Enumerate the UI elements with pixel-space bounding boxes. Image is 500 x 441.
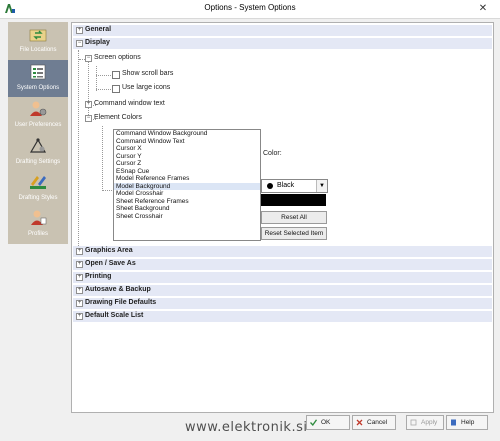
- cancel-button[interactable]: Cancel: [352, 415, 396, 430]
- sidebar-item-label: Drafting Settings: [15, 159, 61, 165]
- list-item[interactable]: Cursor Y: [114, 153, 260, 161]
- cancel-x-icon: [356, 419, 363, 426]
- sidebar-item-drafting-settings[interactable]: Drafting Settings: [8, 134, 68, 171]
- show-scroll-bars-label: Show scroll bars: [122, 70, 174, 77]
- color-dropdown[interactable]: Black ▼: [261, 179, 328, 193]
- sidebar-item-system-options[interactable]: System Options: [8, 60, 68, 97]
- section-drawing-file-defaults[interactable]: + Drawing File Defaults: [73, 298, 492, 309]
- list-item-selected[interactable]: Model Background: [114, 182, 260, 190]
- expand-icon[interactable]: +: [76, 261, 83, 268]
- close-button[interactable]: ✕: [472, 2, 494, 15]
- section-open-save-as[interactable]: + Open / Save As: [73, 259, 492, 270]
- profile-user-icon: [31, 210, 47, 225]
- ok-button[interactable]: OK: [306, 415, 350, 430]
- show-scroll-bars-checkbox[interactable]: [112, 71, 120, 79]
- sidebar-item-label: System Options: [16, 85, 60, 91]
- element-color-list[interactable]: Command Window Background Command Window…: [113, 129, 261, 241]
- expand-icon[interactable]: +: [76, 300, 83, 307]
- sidebar-item-drafting-styles[interactable]: Drafting Styles: [8, 170, 68, 207]
- user-gear-icon: [30, 101, 47, 116]
- expand-icon[interactable]: +: [76, 248, 83, 255]
- color-dot-icon: [267, 183, 273, 189]
- apply-icon: [410, 419, 417, 426]
- section-printing[interactable]: + Printing: [73, 272, 492, 283]
- list-item[interactable]: Command Window Text: [114, 138, 260, 146]
- list-item[interactable]: Sheet Background: [114, 205, 260, 213]
- collapse-icon[interactable]: −: [76, 40, 83, 47]
- section-autosave-backup[interactable]: + Autosave & Backup: [73, 285, 492, 296]
- reset-all-button[interactable]: Reset All: [261, 211, 327, 224]
- section-general[interactable]: + General: [73, 25, 492, 36]
- expand-icon[interactable]: +: [76, 287, 83, 294]
- color-label: Color:: [263, 150, 282, 157]
- screen-options-label: Screen options: [94, 54, 141, 61]
- styles-palette-icon: [30, 176, 46, 189]
- tree-connector: [96, 66, 97, 91]
- list-item[interactable]: Sheet Crosshair: [114, 213, 260, 221]
- list-item[interactable]: Cursor X: [114, 145, 260, 153]
- expand-icon[interactable]: +: [76, 313, 83, 320]
- list-settings-icon: [30, 64, 46, 80]
- title-bar: Options - System Options ✕: [0, 0, 500, 19]
- list-item[interactable]: Model Crosshair: [114, 190, 260, 198]
- tree-connector: [96, 89, 113, 90]
- collapse-icon[interactable]: −: [85, 115, 92, 122]
- sidebar-item-profiles[interactable]: Profiles: [8, 206, 68, 243]
- tree-connector: [102, 190, 112, 191]
- list-item[interactable]: Sheet Reference Frames: [114, 198, 260, 206]
- use-large-icons-label: Use large icons: [122, 84, 171, 91]
- chevron-down-icon[interactable]: ▼: [316, 180, 327, 192]
- list-item[interactable]: Cursor Z: [114, 160, 260, 168]
- tree-connector: [102, 126, 103, 191]
- tree-connector: [96, 75, 113, 76]
- sidebar-item-label: Drafting Styles: [18, 195, 58, 201]
- use-large-icons-checkbox[interactable]: [112, 85, 120, 93]
- color-value: Black: [277, 182, 295, 189]
- help-button[interactable]: Help: [446, 415, 488, 430]
- list-item[interactable]: Command Window Background: [114, 130, 260, 138]
- drafting-tools-icon: [29, 138, 47, 153]
- reset-selected-item-button[interactable]: Reset Selected Item: [261, 227, 327, 240]
- section-default-scale-list[interactable]: + Default Scale List: [73, 311, 492, 322]
- close-icon: ✕: [478, 3, 488, 14]
- sidebar-item-label: File Locations: [19, 47, 57, 53]
- sidebar-item-file-locations[interactable]: File Locations: [8, 22, 68, 59]
- sidebar-item-user-preferences[interactable]: User Preferences: [8, 97, 68, 134]
- sidebar-item-label: User Preferences: [14, 122, 62, 128]
- tree-connector: [88, 59, 89, 119]
- check-icon: [310, 419, 317, 426]
- expand-icon[interactable]: +: [76, 274, 83, 281]
- tree-connector: [78, 50, 79, 250]
- section-display[interactable]: − Display: [73, 38, 492, 49]
- list-item[interactable]: ESnap Cue: [114, 168, 260, 176]
- watermark-text: www.elektronik.si: [185, 420, 308, 435]
- expand-icon[interactable]: +: [85, 101, 92, 108]
- collapse-icon[interactable]: −: [85, 55, 92, 62]
- window-title: Options - System Options: [204, 3, 296, 12]
- apply-button[interactable]: Apply: [406, 415, 444, 430]
- sidebar-item-label: Profiles: [27, 231, 48, 237]
- list-item[interactable]: Model Reference Frames: [114, 175, 260, 183]
- options-sidebar: File Locations System Options User Prefe…: [8, 22, 68, 244]
- color-preview-swatch: [261, 194, 326, 206]
- command-window-text-label[interactable]: Command window text: [94, 100, 165, 107]
- help-book-icon: [451, 419, 456, 426]
- element-colors-label: Element Colors: [94, 114, 142, 121]
- folder-sync-icon: [29, 29, 47, 42]
- section-graphics-area[interactable]: + Graphics Area: [73, 246, 492, 257]
- expand-icon[interactable]: +: [76, 27, 83, 34]
